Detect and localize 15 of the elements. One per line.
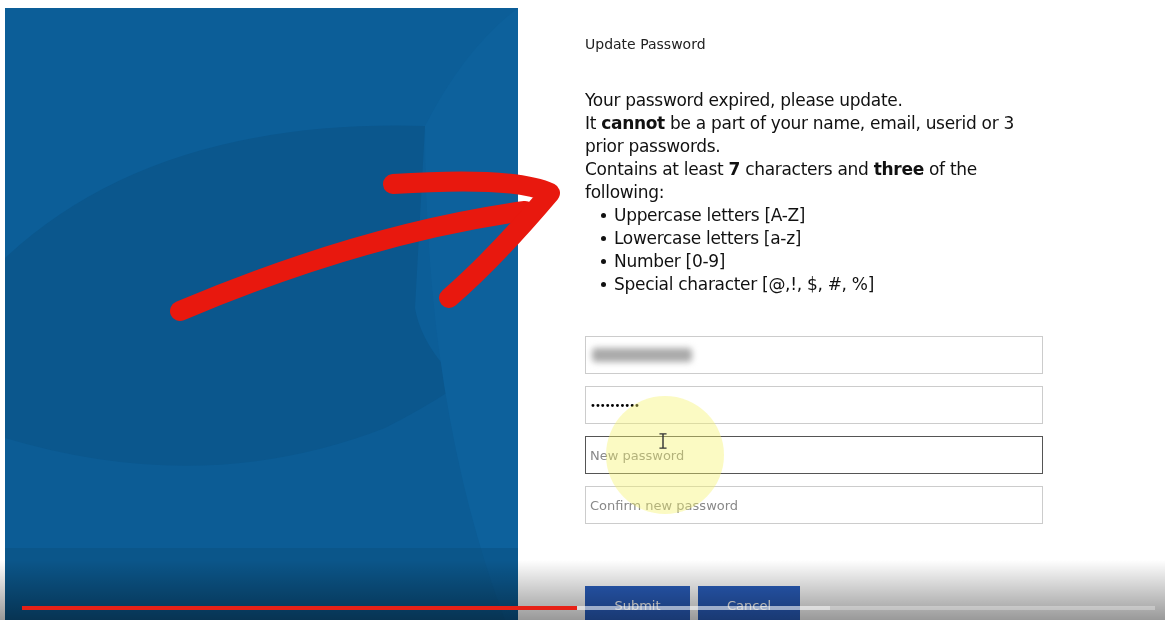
instruction-text: Your password expired, please update. [585, 89, 904, 112]
bullet-icon [601, 213, 606, 218]
rule-text: Special character [@,!, $, #, %] [614, 273, 874, 296]
rule-text: Uppercase letters [A-Z] [614, 204, 806, 227]
bullet-icon [601, 282, 606, 287]
instruction-text: Contains at least 7 characters and three of the following: [585, 158, 978, 204]
input-field[interactable]: •••••••••• [585, 386, 1043, 424]
rule-text: Lowercase letters [a-z] [614, 227, 802, 250]
text-cursor-icon [658, 433, 668, 449]
bullet-icon [601, 236, 606, 241]
input-field[interactable]: New password [585, 436, 1043, 474]
bullet-icon [601, 259, 606, 264]
form-title: Update Password [585, 35, 707, 54]
instruction-text: It cannot be a part of your name, email, userid or 3 prior passwords. [585, 112, 1015, 158]
rule-text: Number [0-9] [614, 250, 726, 273]
